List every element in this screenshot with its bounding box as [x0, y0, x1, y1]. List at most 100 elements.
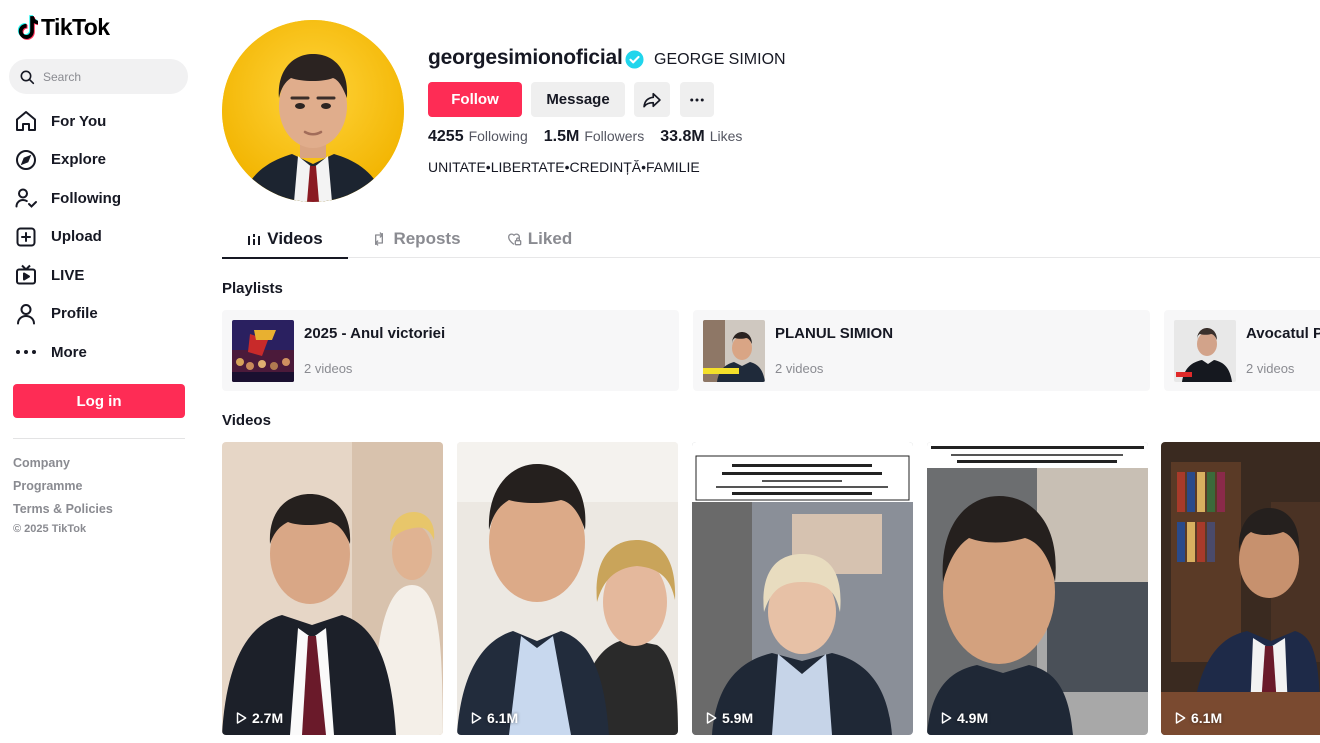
tab-reposts[interactable]: Reposts	[348, 220, 484, 258]
play-outline-icon	[706, 712, 717, 724]
videos-heading: Videos	[222, 412, 271, 429]
tiktok-note-icon	[17, 14, 38, 40]
playlist-thumbnail	[1174, 320, 1236, 382]
nav-label: For You	[51, 112, 107, 130]
stat-followers[interactable]: 1.5M Followers	[544, 128, 644, 146]
playlist-card[interactable]: PLANUL SIMION 2 videos	[693, 310, 1150, 391]
profile-stats: 4255 Following 1.5M Followers 33.8M Likes	[428, 128, 742, 146]
profile-avatar[interactable]	[222, 20, 404, 202]
tab-label: Reposts	[393, 229, 461, 248]
playlists-heading: Playlists	[222, 280, 283, 297]
verified-badge-icon	[625, 50, 644, 69]
main-nav: For You Explore Following Upload LIVE Pr…	[14, 102, 121, 372]
stat-label: Following	[468, 128, 528, 144]
footer-links: Company Programme Terms & Policies	[13, 455, 113, 524]
view-count: 2.7M	[252, 710, 284, 726]
video-card[interactable]: 6.1M	[1161, 442, 1320, 735]
playlist-card[interactable]: Avocatul Po 2 videos	[1164, 310, 1320, 391]
play-outline-icon	[941, 712, 952, 724]
view-count: 5.9M	[722, 710, 754, 726]
home-icon	[14, 109, 38, 133]
play-outline-icon	[1175, 712, 1186, 724]
video-card[interactable]: 4.9M	[927, 442, 1148, 735]
playlist-thumbnail	[703, 320, 765, 382]
stat-likes: 33.8M Likes	[660, 128, 742, 146]
compass-icon	[14, 148, 38, 172]
footer-link-programme[interactable]: Programme	[13, 478, 113, 501]
video-card[interactable]: 2.7M	[222, 442, 443, 735]
nav-label: More	[51, 343, 87, 361]
repost-icon	[375, 232, 384, 246]
video-views: 5.9M	[704, 710, 753, 726]
search-bar[interactable]	[9, 59, 188, 94]
message-button[interactable]: Message	[531, 82, 625, 117]
copyright: © 2025 TikTok	[13, 523, 87, 535]
video-views: 2.7M	[234, 710, 283, 726]
logo-wordmark: TikTok	[41, 14, 110, 40]
stat-label: Followers	[584, 128, 645, 144]
nav-label: Upload	[51, 228, 102, 246]
profile-icon	[14, 302, 38, 326]
play-outline-icon	[471, 712, 482, 724]
playlist-card[interactable]: 2025 - Anul victoriei 2 videos	[222, 310, 679, 391]
live-tv-icon	[14, 263, 38, 287]
playlist-title: Avocatul Po	[1246, 325, 1320, 342]
view-count: 4.9M	[957, 710, 989, 726]
stat-following[interactable]: 4255 Following	[428, 128, 528, 146]
share-arrow-icon	[643, 92, 661, 107]
playlist-title: 2025 - Anul victoriei	[304, 325, 446, 342]
video-thumbnail	[927, 442, 1148, 735]
profile-username: georgesimionoficial	[428, 46, 623, 69]
video-thumbnail	[457, 442, 678, 735]
playlist-count: 2 videos	[775, 361, 824, 376]
footer-link-company[interactable]: Company	[13, 455, 113, 478]
video-thumbnail	[692, 442, 913, 735]
following-user-icon	[14, 186, 38, 210]
stat-number: 1.5M	[543, 128, 580, 145]
tab-liked[interactable]: Liked	[484, 220, 594, 258]
login-button[interactable]: Log in	[13, 384, 185, 418]
stat-number: 33.8M	[660, 128, 705, 145]
stat-label: Likes	[709, 128, 743, 144]
sidebar-divider	[13, 438, 185, 439]
video-thumbnail	[1161, 442, 1320, 735]
stat-number: 4255	[428, 128, 464, 145]
sidebar: TikTok For You Explore Following Upload …	[0, 0, 200, 743]
video-card[interactable]: 6.1M	[457, 442, 678, 735]
nav-item-following[interactable]: Following	[14, 179, 121, 218]
nav-item-more[interactable]: More	[14, 333, 121, 372]
nav-item-live[interactable]: LIVE	[14, 256, 121, 295]
search-icon	[20, 70, 35, 84]
playlist-title: PLANUL SIMION	[775, 325, 894, 342]
profile-bio: UNITATE•LIBERTATE•CREDINȚĂ•FAMILIE	[428, 159, 700, 175]
liked-heart-lock-icon	[507, 233, 522, 246]
video-views: 6.1M	[469, 710, 518, 726]
tab-label: Liked	[527, 229, 573, 248]
profile-nickname: GEORGE SIMION	[654, 51, 786, 68]
ellipsis-icon	[690, 98, 704, 101]
profile-tabs: Videos Reposts Liked	[222, 220, 1320, 259]
more-options-button[interactable]	[680, 82, 714, 117]
nav-label: LIVE	[51, 266, 85, 284]
nav-label: Following	[51, 189, 121, 207]
nav-item-explore[interactable]: Explore	[14, 141, 121, 180]
tab-videos[interactable]: Videos	[222, 220, 348, 259]
video-views: 4.9M	[939, 710, 988, 726]
nav-item-for-you[interactable]: For You	[14, 102, 121, 141]
nav-label: Profile	[51, 305, 98, 323]
video-card[interactable]: 5.9M	[692, 442, 913, 735]
tiktok-logo[interactable]: TikTok	[16, 14, 110, 41]
footer-link-terms[interactable]: Terms & Policies	[13, 501, 113, 524]
share-button[interactable]	[634, 82, 670, 117]
tab-label: Videos	[267, 229, 323, 248]
playlist-count: 2 videos	[304, 361, 353, 376]
search-input[interactable]	[43, 69, 173, 84]
nav-item-upload[interactable]: Upload	[14, 218, 121, 257]
view-count: 6.1M	[1191, 710, 1223, 726]
play-outline-icon	[236, 712, 247, 724]
nav-item-profile[interactable]: Profile	[14, 295, 121, 334]
playlist-thumbnail	[232, 320, 294, 382]
upload-plus-icon	[14, 225, 38, 249]
video-thumbnail	[222, 442, 443, 735]
follow-button[interactable]: Follow	[428, 82, 522, 117]
